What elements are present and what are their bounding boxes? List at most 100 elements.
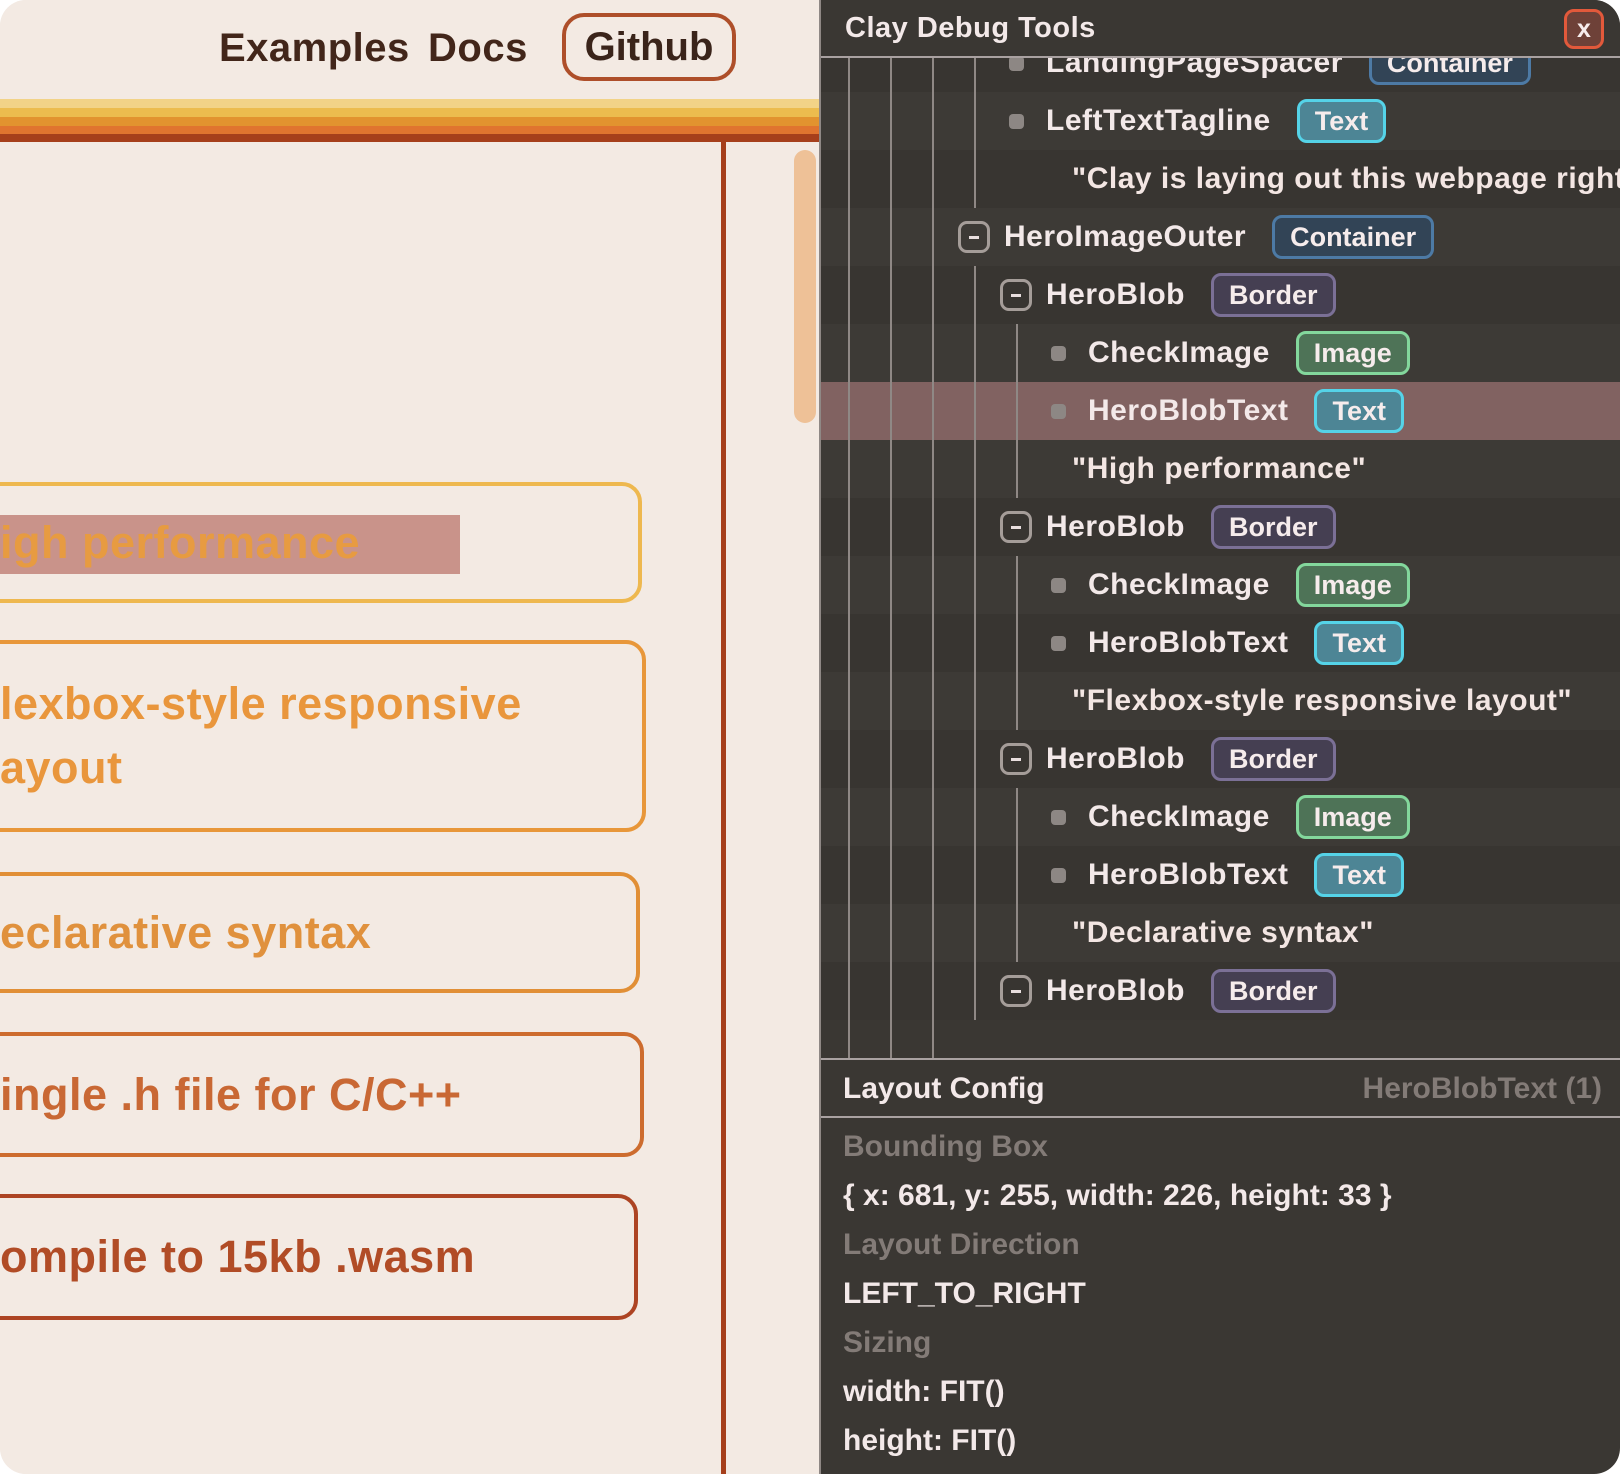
element-tree: LandingPageSpacer Container LeftTextTaglin… — [821, 58, 1620, 1058]
element-type-badge: Text — [1297, 99, 1387, 143]
close-icon[interactable]: x — [1564, 9, 1604, 49]
tree-node-row[interactable]: LeftTextTagline Text — [821, 92, 1620, 150]
tree-node-label: HeroImageOuter — [1004, 208, 1246, 266]
nav-link-examples[interactable]: Examples — [219, 26, 410, 71]
layout-config-header: Layout Config HeroBlobText (1) — [821, 1058, 1620, 1118]
tree-node-label: CheckImage — [1088, 324, 1270, 382]
element-type-badge: Border — [1211, 505, 1336, 549]
text-content-preview: "Declarative syntax" — [1072, 904, 1374, 962]
element-type-badge: Container — [1369, 58, 1531, 85]
config-property-label: Layout Direction — [843, 1220, 1602, 1269]
tree-guide-rail — [1016, 556, 1018, 730]
config-property-value: { x: 681, y: 255, width: 226, height: 33… — [843, 1171, 1602, 1220]
feature-box-text: lexbox-style responsive — [0, 678, 522, 729]
tree-node-label: HeroBlobText — [1088, 846, 1288, 904]
feature-box-text: ompile to 15kb .wasm — [0, 1231, 475, 1282]
element-type-badge: Text — [1314, 853, 1404, 897]
element-type-badge: Image — [1296, 795, 1410, 839]
tree-node-row[interactable]: HeroBlob Border — [821, 498, 1620, 556]
text-content-preview: "Flexbox-style responsive layout" — [1072, 672, 1572, 730]
debug-panel-header: Clay Debug Tools x — [821, 0, 1620, 58]
tree-text-preview-row: "High performance" — [821, 440, 1620, 498]
tree-text-preview-row: "Clay is laying out this webpage right n… — [821, 150, 1620, 208]
tree-node-label: CheckImage — [1088, 556, 1270, 614]
element-type-badge: Border — [1211, 969, 1336, 1013]
tree-guide-rail — [974, 266, 976, 1020]
leaf-bullet-icon — [1009, 114, 1024, 129]
tree-node-row[interactable]: HeroBlob Border — [821, 266, 1620, 324]
leaf-bullet-icon — [1009, 58, 1024, 71]
tree-node-label: HeroBlob — [1046, 962, 1185, 1020]
element-type-badge: Border — [1211, 737, 1336, 781]
tree-guide-rail — [932, 58, 934, 1058]
tree-node-row[interactable]: LandingPageSpacer Container — [821, 58, 1620, 92]
clay-debug-panel: LandingPageSpacer Container LeftTextTaglin… — [819, 0, 1620, 1474]
collapse-toggle-icon[interactable] — [1000, 975, 1032, 1007]
element-type-badge: Text — [1314, 389, 1404, 433]
tree-node-row[interactable]: HeroBlob Border — [821, 730, 1620, 788]
layout-config-title: Layout Config — [843, 1060, 1045, 1118]
tree-node-label: LeftTextTagline — [1046, 92, 1271, 150]
tree-node-label: HeroBlob — [1046, 498, 1185, 556]
feature-box-text: eclarative syntax — [0, 907, 371, 958]
tree-node-row[interactable]: CheckImage Image — [821, 788, 1620, 846]
feature-box: lexbox-style responsive ayout — [0, 640, 646, 832]
tree-node-row[interactable]: CheckImage Image — [821, 324, 1620, 382]
leaf-bullet-icon — [1051, 636, 1066, 651]
tree-guide-rail — [848, 58, 850, 1058]
layout-config-body: Bounding Box{ x: 681, y: 255, width: 226… — [843, 1122, 1602, 1465]
tree-node-row[interactable]: HeroBlob Border — [821, 962, 1620, 1020]
tree-node-label: HeroBlobText — [1088, 614, 1288, 672]
tree-guide-rail — [1016, 788, 1018, 962]
tree-node-label: HeroBlobText — [1088, 382, 1288, 440]
tree-node-label: CheckImage — [1088, 788, 1270, 846]
debug-panel-title: Clay Debug Tools — [845, 0, 1096, 56]
feature-box: igh performance — [0, 482, 642, 603]
tree-node-label: HeroBlob — [1046, 266, 1185, 324]
tree-node-label: LandingPageSpacer — [1046, 58, 1343, 92]
tree-node-row[interactable]: HeroBlobText Text — [821, 614, 1620, 672]
leaf-bullet-icon — [1051, 346, 1066, 361]
element-type-badge: Image — [1296, 331, 1410, 375]
nav-link-docs[interactable]: Docs — [428, 26, 528, 71]
element-type-badge: Container — [1272, 215, 1434, 259]
tree-guide-rail — [1016, 324, 1018, 498]
config-property-value: width: FIT() — [843, 1367, 1602, 1416]
element-type-badge: Image — [1296, 563, 1410, 607]
tree-guide-rail — [974, 58, 976, 208]
leaf-bullet-icon — [1051, 404, 1066, 419]
tree-node-row[interactable]: HeroImageOuter Container — [821, 208, 1620, 266]
element-type-badge: Text — [1314, 621, 1404, 665]
leaf-bullet-icon — [1051, 810, 1066, 825]
brand-gradient-stripe — [0, 99, 819, 142]
collapse-toggle-icon[interactable] — [1000, 511, 1032, 543]
page-vertical-rule — [721, 141, 726, 1474]
text-content-preview: "Clay is laying out this webpage right n… — [1072, 150, 1620, 208]
config-property-value: height: FIT() — [843, 1416, 1602, 1465]
feature-box: eclarative syntax — [0, 872, 640, 993]
tree-node-label: HeroBlob — [1046, 730, 1185, 788]
leaf-bullet-icon — [1051, 868, 1066, 883]
tree-node-row[interactable]: HeroBlobText Text — [821, 846, 1620, 904]
element-type-badge: Border — [1211, 273, 1336, 317]
github-button[interactable]: Github — [562, 13, 736, 81]
feature-box-text: ayout — [0, 742, 123, 793]
app-window: Examples Docs Github igh performance lexb… — [0, 0, 1620, 1474]
inspected-text-highlight: igh performance — [0, 515, 460, 574]
webpage-canvas: Examples Docs Github igh performance lexb… — [0, 0, 819, 1474]
feature-box: ompile to 15kb .wasm — [0, 1194, 638, 1320]
collapse-toggle-icon[interactable] — [958, 221, 990, 253]
tree-node-row[interactable]: HeroBlobText Text — [821, 382, 1620, 440]
tree-node-row[interactable]: CheckImage Image — [821, 556, 1620, 614]
collapse-toggle-icon[interactable] — [1000, 743, 1032, 775]
config-property-label: Sizing — [843, 1318, 1602, 1367]
tree-text-preview-row: "Flexbox-style responsive layout" — [821, 672, 1620, 730]
layout-config-selected-element: HeroBlobText (1) — [1363, 1060, 1602, 1118]
collapse-toggle-icon[interactable] — [1000, 279, 1032, 311]
tree-text-preview-row: "Declarative syntax" — [821, 904, 1620, 962]
tree-guide-rail — [890, 58, 892, 1058]
config-property-value: LEFT_TO_RIGHT — [843, 1269, 1602, 1318]
feature-box: ingle .h file for C/C++ — [0, 1032, 644, 1157]
text-content-preview: "High performance" — [1072, 440, 1366, 498]
page-scrollbar-thumb[interactable] — [794, 150, 816, 423]
